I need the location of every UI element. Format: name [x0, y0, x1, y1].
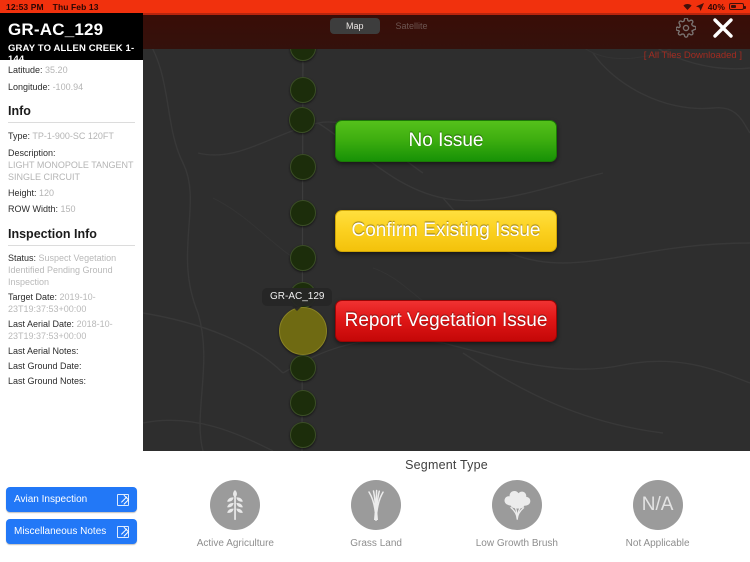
close-icon[interactable] — [708, 13, 738, 43]
segment-option-active-agriculture[interactable]: Active Agriculture — [175, 480, 295, 549]
confirm-existing-issue-label: Confirm Existing Issue — [351, 220, 541, 241]
type-value: TP-1-900-SC 120FT — [32, 131, 114, 141]
height-row: Height: 120 — [8, 183, 135, 200]
status-row: Status: Suspect Vegetation Identified Pe… — [8, 249, 135, 288]
sidebar-body: Latitude: 35.20 Longitude: -100.94 Info … — [0, 60, 143, 387]
segment-type-title: Segment Type — [405, 458, 488, 472]
longitude-value: -100.94 — [52, 81, 84, 92]
tiles-status-text: [ All Tiles Downloaded ] — [643, 50, 742, 61]
status-bar-date: Thu Feb 13 — [52, 1, 99, 12]
description-value: LIGHT MONOPOLE TANGENT SINGLE CIRCUIT — [8, 159, 134, 182]
wifi-icon — [683, 3, 692, 11]
tab-map[interactable]: Map — [330, 18, 380, 34]
report-vegetation-issue-label: Report Vegetation Issue — [344, 310, 548, 331]
latitude-value: 35.20 — [45, 65, 68, 75]
row-width-value: 150 — [60, 204, 76, 214]
map-marker-callout: GR-AC_129 — [262, 288, 333, 311]
info-divider — [8, 122, 135, 123]
last-ground-date-label: Last Ground Date: — [8, 360, 82, 371]
row-width-row: ROW Width: 150 — [8, 199, 135, 216]
type-label: Type: — [8, 131, 31, 141]
location-arrow-icon — [695, 2, 704, 11]
type-row: Type: TP-1-900-SC 120FT — [8, 126, 135, 143]
map-marker[interactable] — [290, 390, 316, 416]
status-bar-indicators: 40% — [683, 1, 746, 12]
longitude-label: Longitude: — [8, 81, 51, 92]
map-marker[interactable] — [290, 355, 316, 381]
no-issue-button[interactable]: No Issue — [335, 120, 557, 162]
map-marker-selected[interactable] — [279, 307, 327, 355]
tab-satellite[interactable]: Satellite — [380, 18, 444, 34]
latitude-row: Latitude: 35.20 — [8, 60, 135, 77]
miscellaneous-notes-button[interactable]: Miscellaneous Notes — [6, 519, 137, 544]
report-vegetation-issue-button[interactable]: Report Vegetation Issue — [335, 300, 557, 342]
battery-icon — [729, 2, 746, 11]
no-issue-label: No Issue — [408, 130, 484, 151]
gear-icon[interactable] — [675, 17, 697, 38]
app-root: 12:53 PM Thu Feb 13 40% GR-AC_129 GRAY T… — [0, 0, 750, 562]
height-value: 120 — [39, 187, 55, 198]
segment-option-low-growth-brush[interactable]: Low Growth Brush — [457, 480, 577, 549]
segment-option-grass-land[interactable]: Grass Land — [316, 480, 436, 549]
map-marker[interactable] — [290, 77, 316, 103]
segment-option-label: Grass Land — [350, 538, 402, 549]
last-ground-date-row: Last Ground Date: — [8, 357, 135, 372]
battery-percentage: 40% — [707, 1, 725, 12]
segment-option-not-applicable[interactable]: N/A Not Applicable — [598, 480, 718, 549]
basemap-switcher[interactable]: Map Satellite — [330, 18, 444, 34]
inspection-divider — [8, 244, 135, 246]
segment-type-options: Active Agriculture Grass Land Low Growth… — [143, 472, 750, 549]
segment-type-panel: Segment Type Active Agriculture Grass La… — [143, 451, 750, 562]
height-label: Height: — [8, 187, 37, 198]
status-label: Status: — [8, 252, 37, 263]
map-marker[interactable] — [290, 245, 316, 271]
description-row: Description: LIGHT MONOPOLE TANGENT SING… — [8, 143, 135, 183]
avian-inspection-label: Avian Inspection — [14, 494, 88, 505]
map-toolbar — [143, 13, 750, 49]
wheat-icon — [210, 480, 261, 530]
na-icon: N/A — [632, 480, 683, 530]
ios-status-bar: 12:53 PM Thu Feb 13 40% — [0, 0, 750, 13]
info-section-heading: Info — [8, 104, 31, 118]
map-marker[interactable] — [290, 422, 316, 448]
external-link-icon — [117, 525, 129, 538]
segment-option-label: Active Agriculture — [196, 538, 274, 549]
map-marker[interactable] — [290, 154, 316, 180]
last-ground-notes-row: Last Ground Notes: — [8, 372, 135, 387]
last-aerial-notes-row: Last Aerial Notes: — [8, 342, 135, 357]
avian-inspection-button[interactable]: Avian Inspection — [6, 487, 137, 512]
na-text: N/A — [641, 494, 674, 515]
page-title: GR-AC_129 — [8, 20, 104, 39]
description-label: Description: — [8, 147, 56, 158]
map-marker[interactable] — [290, 200, 316, 226]
detail-sidebar: GR-AC_129 GRAY TO ALLEN CREEK 1-144 Lati… — [0, 13, 143, 562]
sidebar-action-buttons: Avian Inspection Miscellaneous Notes — [0, 487, 143, 551]
map-marker[interactable] — [289, 107, 315, 133]
inspection-section-heading: Inspection Info — [8, 226, 97, 241]
grass-icon — [351, 480, 402, 530]
last-aerial-notes-label: Last Aerial Notes: — [8, 345, 79, 356]
last-ground-notes-label: Last Ground Notes: — [8, 375, 87, 386]
external-link-icon — [117, 493, 129, 506]
segment-option-label: Low Growth Brush — [475, 538, 558, 549]
longitude-row: Longitude: -100.94 — [8, 77, 135, 94]
target-date-row: Target Date: 2019-10-23T19:37:53+00:00 — [8, 288, 135, 315]
confirm-existing-issue-button[interactable]: Confirm Existing Issue — [335, 210, 557, 252]
segment-option-label: Not Applicable — [625, 538, 690, 549]
brush-icon — [491, 480, 542, 530]
last-aerial-date-row: Last Aerial Date: 2018-10-23T19:37:53+00… — [8, 315, 135, 342]
target-date-label: Target Date: — [8, 291, 58, 302]
miscellaneous-notes-label: Miscellaneous Notes — [14, 526, 107, 537]
sidebar-header: GR-AC_129 GRAY TO ALLEN CREEK 1-144 — [0, 13, 143, 65]
row-width-label: ROW Width: — [8, 204, 59, 214]
latitude-label: Latitude: — [8, 65, 43, 75]
status-bar-time: 12:53 PM — [6, 1, 44, 12]
last-aerial-date-label: Last Aerial Date: — [8, 318, 75, 329]
